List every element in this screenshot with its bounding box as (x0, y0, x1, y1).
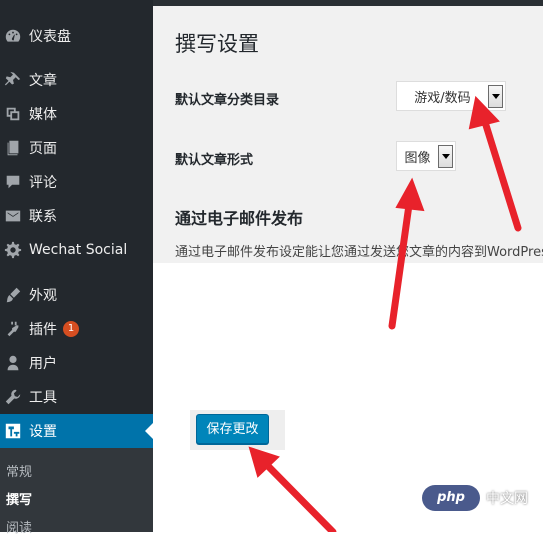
sidebar-item-posts[interactable]: 文章 (0, 63, 153, 97)
chevron-down-icon[interactable] (438, 144, 453, 168)
sidebar-item-pages[interactable]: 页面 (0, 131, 153, 165)
plugin-icon (3, 319, 23, 339)
sidebar-item-wechat-social[interactable]: Wechat Social (0, 233, 153, 267)
default-category-label: 默认文章分类目录 (175, 93, 280, 108)
sidebar-item-appearance[interactable]: 外观 (0, 278, 153, 312)
sidebar-item-dashboard[interactable]: 仪表盘 (0, 19, 153, 53)
sidebar-item-label: 设置 (29, 424, 57, 440)
gear-icon (3, 240, 23, 260)
email-section-title: 通过电子邮件发布 (175, 209, 304, 228)
chevron-down-icon[interactable] (488, 84, 503, 108)
default-format-value: 图像 (404, 150, 431, 166)
user-icon (3, 353, 23, 373)
sidebar-item-label: 页面 (29, 141, 57, 157)
site-watermark: php 中文网 (422, 485, 528, 511)
default-format-label: 默认文章形式 (175, 153, 254, 168)
sidebar-item-label: 媒体 (29, 107, 57, 123)
sidebar-item-label: 文章 (29, 73, 57, 89)
sidebar-item-label: 插件 (29, 322, 57, 338)
sidebar-item-label: 仪表盘 (29, 29, 71, 45)
watermark-text: 中文网 (486, 491, 528, 507)
submenu-item-writing[interactable]: 撰写 (6, 489, 32, 508)
pin-icon (3, 70, 23, 90)
wrench-icon (3, 387, 23, 407)
sidebar-item-label: 外观 (29, 288, 57, 304)
media-icon (3, 104, 23, 124)
comment-icon (3, 172, 23, 192)
sidebar-item-media[interactable]: 媒体 (0, 97, 153, 131)
default-category-select[interactable]: 游戏/数码 (396, 81, 506, 111)
sidebar-item-plugins[interactable]: 插件 1 (0, 312, 153, 346)
admin-bar-edge (153, 0, 543, 6)
dashboard-icon (3, 26, 23, 46)
save-changes-button[interactable]: 保存更改 (196, 414, 269, 444)
admin-sidebar: 仪表盘 文章 媒体 页面 评论 联系 Wechat Social 外观 插件 1… (0, 0, 153, 536)
email-description: 通过电子邮件发布设定能让您通过发送您文章的内容到WordPress (175, 245, 543, 260)
submenu-item-reading[interactable]: 阅读 (6, 517, 32, 536)
sidebar-item-settings[interactable]: 设置 (0, 414, 153, 448)
sidebar-item-contact[interactable]: 联系 (0, 199, 153, 233)
mail-icon (3, 206, 23, 226)
sidebar-item-comments[interactable]: 评论 (0, 165, 153, 199)
sidebar-item-label: 用户 (29, 356, 57, 372)
settings-submenu: 常规 撰写 阅读 (0, 448, 153, 536)
brush-icon (3, 285, 23, 305)
settings-icon (3, 421, 23, 441)
update-count-badge: 1 (63, 321, 79, 337)
sidebar-item-label: 工具 (29, 390, 57, 406)
sidebar-item-users[interactable]: 用户 (0, 346, 153, 380)
submenu-item-general[interactable]: 常规 (6, 461, 32, 480)
active-indicator (145, 423, 153, 439)
sidebar-item-label: Wechat Social (29, 242, 128, 258)
page-title: 撰写设置 (175, 32, 259, 56)
annotation-arrow-save (248, 446, 337, 532)
sidebar-item-tools[interactable]: 工具 (0, 380, 153, 414)
sidebar-item-label: 评论 (29, 175, 57, 191)
default-category-value: 游戏/数码 (414, 90, 471, 106)
default-format-select[interactable]: 图像 (396, 141, 456, 171)
page-icon (3, 138, 23, 158)
php-logo: php (422, 485, 480, 511)
sidebar-item-label: 联系 (29, 209, 57, 225)
